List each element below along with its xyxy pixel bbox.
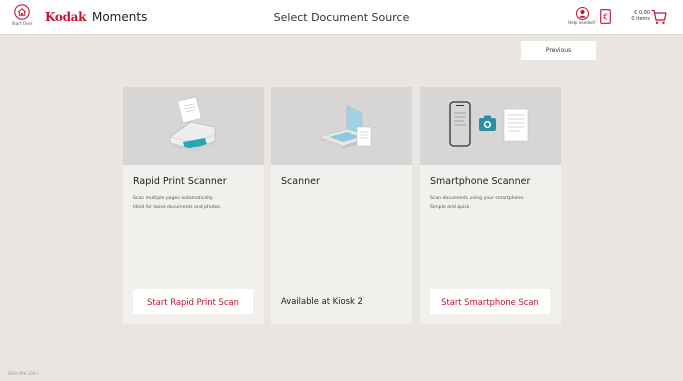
- card-description: Scan documents using your smartphone. Si…: [430, 194, 558, 212]
- cart-items: 0 items: [631, 16, 650, 22]
- card-smartphone-scanner[interactable]: Smartphone Scanner Scan documents using …: [420, 87, 561, 324]
- card-description-line: Scan documents using your smartphone.: [430, 196, 525, 201]
- card-description: Scan multiple pages automatically. Ideal…: [133, 194, 261, 212]
- smartphone-scanner-illustration: [420, 87, 561, 165]
- card-description-line: Scan multiple pages automatically.: [133, 196, 214, 201]
- top-bar: Start Over Kodak Moments Select Document…: [0, 0, 683, 35]
- document-feeder-scanner-icon: [169, 96, 216, 152]
- start-smartphone-scan-button[interactable]: Start Smartphone Scan: [430, 289, 550, 314]
- start-rapid-print-scan-button[interactable]: Start Rapid Print Scan: [133, 289, 253, 314]
- currency-button[interactable]: €: [600, 9, 611, 24]
- cart-button[interactable]: [651, 9, 667, 29]
- card-description-line: Ideal for loose documents and photos.: [133, 205, 222, 210]
- card-rapid-print-scanner[interactable]: Rapid Print Scanner Scan multiple pages …: [123, 87, 264, 324]
- rapid-scanner-illustration: [123, 87, 264, 165]
- help-label: Help needed?: [568, 20, 596, 25]
- shopping-cart-icon: [651, 9, 667, 24]
- svg-text:€: €: [603, 12, 608, 21]
- scanner-illustration: [271, 87, 412, 165]
- card-title: Smartphone Scanner: [430, 176, 531, 187]
- version-label: W10 VPH 10A i: [8, 371, 38, 376]
- euro-receipt-icon: €: [600, 9, 611, 24]
- card-title: Rapid Print Scanner: [133, 176, 227, 187]
- cart-summary[interactable]: € 0,00 0 items: [626, 10, 650, 22]
- card-description-line: Simple and quick.: [430, 205, 471, 210]
- smartphone-camera-document-icon: [449, 101, 529, 147]
- flatbed-scanner-icon: [318, 105, 372, 149]
- previous-button[interactable]: Previous: [521, 41, 596, 60]
- help-button[interactable]: Help needed?: [567, 7, 597, 25]
- user-help-icon: [575, 7, 589, 20]
- card-scanner[interactable]: Scanner Available at Kiosk 2: [271, 87, 412, 324]
- availability-status: Available at Kiosk 2: [281, 296, 363, 306]
- card-title: Scanner: [281, 176, 320, 187]
